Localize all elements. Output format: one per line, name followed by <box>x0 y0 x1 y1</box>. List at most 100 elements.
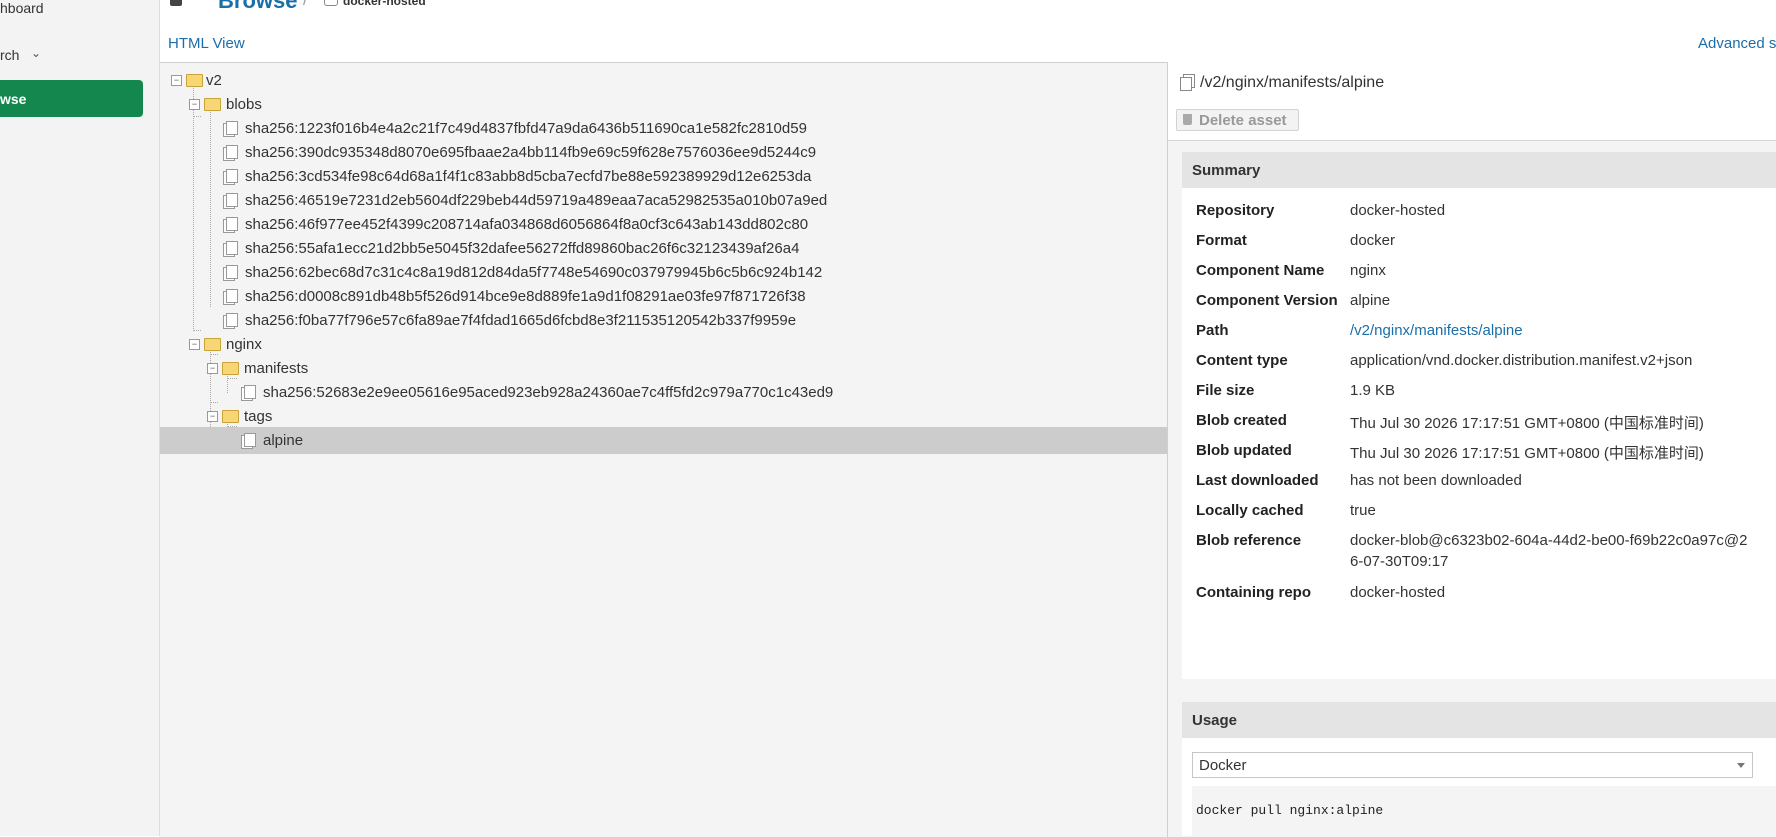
tree-node-label: v2 <box>206 72 222 89</box>
tree-node-label: sha256:d0008c891db48b5f526d914bce9e8d889… <box>245 288 806 305</box>
collapse-toggle-icon[interactable]: − <box>207 411 218 422</box>
usage-header[interactable]: Usage <box>1182 702 1776 738</box>
file-icon <box>244 433 256 447</box>
repository-icon <box>324 0 338 6</box>
tree-node-label: sha256:55afa1ecc21d2bb5e5045f32dafee5627… <box>245 240 800 257</box>
summary-value: 1.9 KB <box>1350 382 1396 399</box>
folder-open-icon <box>222 410 239 423</box>
summary-key: Component Version <box>1196 292 1338 309</box>
summary-key: Blob created <box>1196 412 1287 429</box>
breadcrumb-repository: docker-hosted <box>343 0 426 8</box>
tree-node-label: sha256:52683e2e9ee05616e95aced923eb928a2… <box>263 384 834 401</box>
tree-node-label: sha256:46519e7231d2eb5604df229beb44d5971… <box>245 192 828 209</box>
tree-node-label: nginx <box>226 336 262 353</box>
usage-title: Usage <box>1192 712 1238 729</box>
collapse-toggle-icon[interactable]: − <box>171 75 182 86</box>
summary-value: docker-blob@c6323b02-604a-44d2-be00-f69b… <box>1350 532 1748 549</box>
tree-node-tag-alpine[interactable]: alpine <box>160 427 1167 454</box>
tree-node-blobs[interactable]: − blobs <box>160 91 1167 118</box>
summary-value: docker-hosted <box>1350 202 1446 219</box>
tree-node-label: sha256:f0ba77f796e57c6fa89ae7f4fdad1665d… <box>245 312 797 329</box>
folder-open-icon <box>204 98 221 111</box>
tree-node-manifests[interactable]: − manifests <box>160 355 1167 382</box>
summary-key: Last downloaded <box>1196 472 1319 489</box>
tree-node-blob[interactable]: sha256:62bec68d7c31c4c8a19d812d84da5f774… <box>160 259 1167 286</box>
file-icon <box>226 145 238 159</box>
collapse-toggle-icon[interactable]: − <box>189 99 200 110</box>
tree-node-label: sha256:1223f016b4e4a2c21f7c49d4837fbfd47… <box>245 120 807 137</box>
summary-value-continued: 6-07-30T09:17 <box>1350 553 1449 570</box>
sidebar-item-search[interactable]: rch ⌄ <box>0 44 143 66</box>
folder-open-icon <box>222 362 239 375</box>
sidebar: hboard rch ⌄ wse <box>0 0 160 836</box>
usage-card: Usage Docker docker pull nginx:alpine <box>1182 702 1776 836</box>
summary-value: docker-hosted <box>1350 584 1446 601</box>
tree-node-label: sha256:46f977ee452f4399c208714afa034868d… <box>245 216 809 233</box>
path-link[interactable]: /v2/nginx/manifests/alpine <box>1350 322 1523 339</box>
file-icon <box>244 385 256 399</box>
summary-value: has not been downloaded <box>1350 472 1522 489</box>
sidebar-item-browse[interactable]: wse <box>0 80 143 117</box>
tree-node-label: sha256:62bec68d7c31c4c8a19d812d84da5f774… <box>245 264 823 281</box>
summary-key: Format <box>1196 232 1247 249</box>
tree-node-blob[interactable]: sha256:55afa1ecc21d2bb5e5045f32dafee5627… <box>160 235 1167 262</box>
file-icon <box>1180 77 1192 91</box>
sidebar-item-label: hboard <box>0 0 44 16</box>
delete-asset-button[interactable]: Delete asset <box>1176 109 1299 131</box>
database-icon <box>170 0 182 6</box>
tree-node-blob[interactable]: sha256:d0008c891db48b5f526d914bce9e8d889… <box>160 283 1167 310</box>
tree-node-v2[interactable]: − v2 <box>160 67 1167 94</box>
summary-value: nginx <box>1350 262 1386 279</box>
summary-key: Containing repo <box>1196 584 1311 601</box>
tree-node-blob[interactable]: sha256:f0ba77f796e57c6fa89ae7f4fdad1665d… <box>160 307 1167 334</box>
trash-icon <box>1183 114 1192 125</box>
tree-node-label: manifests <box>244 360 309 377</box>
file-icon <box>226 217 238 231</box>
html-view-link[interactable]: HTML View <box>168 35 245 52</box>
advanced-search-link[interactable]: Advanced s <box>1698 35 1776 52</box>
summary-key: Locally cached <box>1196 502 1304 519</box>
asset-tree: − v2 − blobs sha256:1223f016b4e4a2c21f7c… <box>160 62 1168 837</box>
asset-details: /v2/nginx/manifests/alpine Delete asset … <box>1168 62 1776 837</box>
collapse-toggle-icon[interactable]: − <box>207 363 218 374</box>
tree-node-tags[interactable]: − tags <box>160 403 1167 430</box>
file-icon <box>226 241 238 255</box>
file-icon <box>226 265 238 279</box>
tree-node-label: blobs <box>226 96 262 113</box>
collapse-toggle-icon[interactable]: − <box>189 339 200 350</box>
summary-key: File size <box>1196 382 1255 399</box>
usage-format-select[interactable]: Docker <box>1192 752 1753 778</box>
summary-title: Summary <box>1192 162 1261 179</box>
file-icon <box>226 193 238 207</box>
tree-node-blob[interactable]: sha256:46519e7231d2eb5604df229beb44d5971… <box>160 187 1167 214</box>
breadcrumb-browse[interactable]: Browse <box>218 0 297 14</box>
summary-key: Blob reference <box>1196 532 1302 549</box>
tree-node-manifest[interactable]: sha256:52683e2e9ee05616e95aced923eb928a2… <box>160 379 1167 406</box>
sidebar-item-dashboard[interactable]: hboard <box>0 0 143 18</box>
tree-node-nginx[interactable]: − nginx <box>160 331 1167 358</box>
tree-node-blob[interactable]: sha256:390dc935348d8070e695fbaae2a4bb114… <box>160 139 1167 166</box>
summary-value: alpine <box>1350 292 1391 309</box>
caret-down-icon <box>1737 763 1745 768</box>
tree-node-blob[interactable]: sha256:3cd534fe98c64d68a1f4f1c83abb8d5cb… <box>160 163 1167 190</box>
summary-header[interactable]: Summary <box>1182 152 1776 188</box>
sidebar-item-label: rch <box>0 47 20 63</box>
summary-key: Blob updated <box>1196 442 1292 459</box>
sidebar-item-label: wse <box>0 91 27 107</box>
summary-value: application/vnd.docker.distribution.mani… <box>1350 352 1693 369</box>
asset-path-title: /v2/nginx/manifests/alpine <box>1200 74 1385 91</box>
summary-key: Repository <box>1196 202 1275 219</box>
tree-node-label: alpine <box>263 432 304 449</box>
tree-node-label: sha256:3cd534fe98c64d68a1f4f1c83abb8d5cb… <box>245 168 812 185</box>
file-icon <box>226 289 238 303</box>
summary-card: Summary Repository docker-hosted Format … <box>1182 152 1776 679</box>
breadcrumb-separator: / <box>303 0 308 9</box>
page-header: Browse / docker-hosted HTML View Advance… <box>160 0 1776 62</box>
tree-node-blob[interactable]: sha256:46f977ee452f4399c208714afa034868d… <box>160 211 1167 238</box>
summary-value: Thu Jul 30 2026 17:17:51 GMT+0800 (中国标准时… <box>1350 445 1704 462</box>
tree-node-blob[interactable]: sha256:1223f016b4e4a2c21f7c49d4837fbfd47… <box>160 115 1167 142</box>
summary-value: Thu Jul 30 2026 17:17:51 GMT+0800 (中国标准时… <box>1350 415 1704 432</box>
select-value: Docker <box>1199 757 1247 774</box>
chevron-down-icon: ⌄ <box>31 46 42 60</box>
summary-key: Component Name <box>1196 262 1325 279</box>
